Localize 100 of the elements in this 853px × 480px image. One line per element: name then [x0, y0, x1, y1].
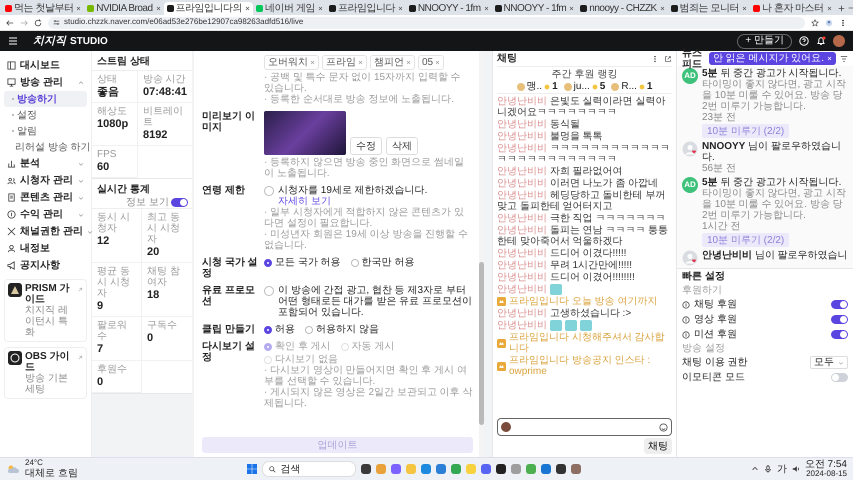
field-label: 미리보기 이미지 [202, 111, 256, 135]
clock-date[interactable]: 2024-08-15 [806, 470, 847, 479]
emoticon-icon [550, 320, 562, 331]
radio-button[interactable] [350, 258, 359, 266]
taskbar-app-icon[interactable] [361, 464, 372, 474]
toggle-switch[interactable] [831, 330, 848, 339]
taskbar-app-icon[interactable] [556, 464, 566, 474]
send-chat-button[interactable]: 채팅 [644, 438, 672, 454]
toggle-switch[interactable] [831, 373, 848, 382]
popout-icon[interactable] [664, 54, 672, 62]
radio-button[interactable] [305, 326, 313, 334]
tag-chip[interactable]: 05 [418, 55, 444, 70]
close-icon[interactable] [76, 6, 82, 11]
profile-icon[interactable] [825, 18, 833, 26]
close-icon[interactable] [826, 6, 832, 11]
chat-message: 안녕난비비 돌피는 연남 ㅋㅋㅋㅋ 퉁퉁한테 맞아죽어서 억울하겠다 [497, 225, 670, 247]
browser-tab[interactable]: 프라임입니다의 [164, 2, 254, 15]
sidebar-item[interactable]: 대시보드 [4, 57, 87, 74]
minimize-icon[interactable] [848, 5, 853, 11]
checkbox[interactable] [264, 186, 274, 196]
microphone-icon[interactable] [764, 465, 772, 473]
new-tab-icon[interactable] [838, 5, 845, 12]
sidebar-subitem[interactable]: 알림 [4, 123, 87, 139]
chevron-up-icon[interactable] [750, 465, 759, 473]
close-icon[interactable] [318, 6, 323, 11]
toggle-switch[interactable] [831, 315, 848, 324]
browser-tab[interactable]: nnooyy - CHZZK [577, 2, 668, 15]
checkbox[interactable] [264, 286, 274, 296]
tag-chip[interactable]: 챔피언 [370, 55, 415, 70]
speaker-icon[interactable] [792, 465, 800, 473]
radio-button[interactable] [264, 258, 272, 266]
filter-icon[interactable] [840, 54, 848, 62]
browser-tab[interactable]: NNOOYY - 1fm [406, 2, 492, 15]
person-icon [7, 244, 16, 253]
close-icon[interactable] [484, 6, 489, 11]
remove-icon[interactable] [310, 60, 315, 65]
guide-card[interactable]: OBS 가이드 방송 기본 세팅 [4, 347, 87, 399]
sidebar-item[interactable]: 공지사항 [4, 257, 87, 274]
hint-text: · 게시되지 않은 영상은 2일간 보관되고 이후 삭제됩니다. [264, 387, 473, 409]
details-link[interactable]: 자세히 보기 [278, 196, 331, 207]
sidebar-item[interactable]: 내정보 [4, 240, 87, 257]
browser-tab[interactable]: 범죄는 모니터 [668, 2, 750, 15]
browser-tab[interactable]: 먹는 첫날부터 [2, 2, 84, 15]
ranker-name: ju... [574, 81, 590, 92]
emoji-icon[interactable] [659, 422, 668, 432]
close-icon[interactable] [569, 6, 574, 11]
dropdown[interactable]: 모두 [810, 356, 848, 369]
site-info-icon[interactable] [53, 19, 60, 26]
logo-text[interactable]: 치지직 [33, 34, 66, 48]
close-icon[interactable] [245, 6, 250, 11]
guide-card[interactable]: PRISM 가이드 치지직 레이턴시 특화 [4, 279, 87, 342]
sidebar-item[interactable]: 채널권한 관리 [4, 223, 87, 240]
help-icon[interactable] [799, 36, 809, 46]
menu-icon[interactable] [8, 36, 18, 46]
browser-tab[interactable]: 나 혼자 마스터 [750, 2, 835, 15]
browser-tab[interactable]: NVIDIA Broad [84, 2, 164, 15]
close-icon[interactable] [156, 6, 161, 11]
browser-tab[interactable]: 네이버 게임 [253, 2, 326, 15]
sidebar-item[interactable]: 시청자 관리 [4, 172, 87, 189]
sidebar-subitem[interactable]: 방송하기 [4, 91, 87, 107]
address-field[interactable]: studio.chzzk.naver.com/e06ad53e276be12907ca98263adfd516/live [48, 16, 805, 28]
panel-title: 뉴스피드 [682, 48, 702, 70]
tag-chip[interactable]: 프라임 [322, 55, 367, 70]
toggle-switch[interactable] [831, 300, 848, 309]
sidebar-subitem[interactable]: 리허설 방송 하기 [4, 139, 87, 155]
remove-icon[interactable] [435, 60, 440, 65]
close-icon[interactable] [660, 6, 665, 11]
create-button[interactable]: + 만들기 [737, 34, 792, 48]
stat-value: 0 [97, 376, 104, 388]
remove-icon[interactable] [358, 60, 363, 65]
setting-label: 채팅 이용 권한 [682, 357, 749, 368]
windows-logo-icon[interactable] [247, 464, 258, 474]
avatar-icon[interactable] [833, 35, 845, 47]
sidebar-item[interactable]: 수익 관리 [4, 206, 87, 223]
image-action-button[interactable]: 수정 [350, 137, 382, 155]
search-field[interactable]: 검색 [262, 461, 356, 477]
ranker-name: 맹.. [526, 81, 542, 92]
sidebar-item[interactable]: 콘텐츠 관리 [4, 189, 87, 206]
input-language-indicator[interactable]: 가 [776, 464, 787, 474]
toggle-switch[interactable] [171, 198, 188, 208]
close-icon[interactable] [742, 6, 748, 11]
star-icon[interactable] [811, 18, 819, 26]
close-icon[interactable] [398, 6, 403, 11]
sidebar-subitem[interactable]: 설정 [4, 107, 87, 123]
image-action-button[interactable]: 삭제 [386, 137, 418, 155]
chat-input-field[interactable] [497, 418, 672, 436]
back-arrow-icon[interactable] [6, 18, 14, 26]
remove-icon[interactable] [406, 60, 411, 65]
browser-tab[interactable]: 프라임입니다 [326, 2, 406, 15]
browser-tab[interactable]: NNOOYY - 1fm [492, 2, 578, 15]
clock-time[interactable]: 오전 7:54 [804, 459, 847, 470]
stat-label: FPS [97, 149, 118, 160]
sidebar-item[interactable]: 분석 [4, 155, 87, 172]
sidebar-item[interactable]: 방송 관리 [4, 74, 87, 91]
tag-chip[interactable]: 오버워치 [264, 55, 319, 70]
taskbar-app-icon[interactable] [496, 464, 506, 474]
reload-icon[interactable] [34, 18, 42, 26]
bell-icon[interactable] [816, 36, 826, 46]
radio-button[interactable] [264, 326, 272, 334]
scrollbar-thumb[interactable] [479, 262, 484, 424]
